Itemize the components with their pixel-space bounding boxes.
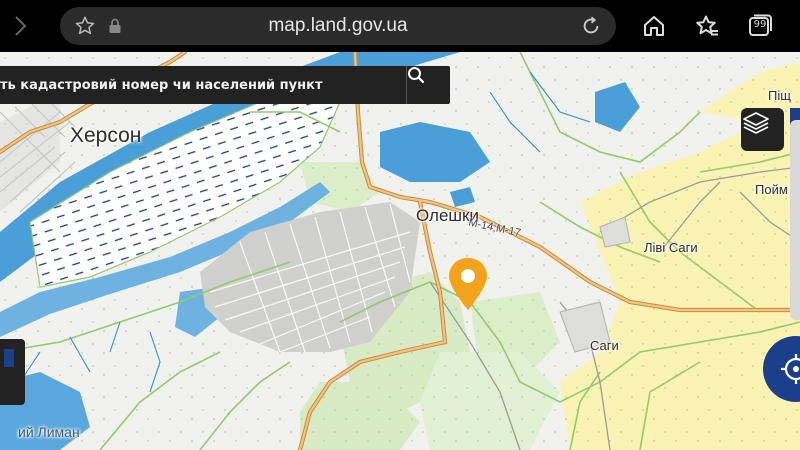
- layers-icon: [743, 112, 769, 134]
- layers-button[interactable]: [741, 108, 784, 151]
- tabs-button[interactable]: 99: [747, 13, 773, 39]
- url-text: map.land.gov.ua: [268, 15, 408, 36]
- map-canvas[interactable]: Херсон Олешки Ліві Саги Саги Пойм Піщ ий…: [0, 52, 800, 450]
- side-panel-handle[interactable]: [790, 120, 800, 320]
- browser-toolbar: map.land.gov.ua 99: [0, 0, 800, 52]
- address-bar[interactable]: map.land.gov.ua: [60, 7, 616, 45]
- chevron-right-icon[interactable]: [8, 14, 32, 38]
- place-label-livi-sagy: Ліві Саги: [644, 240, 698, 255]
- tab-count: 99: [753, 19, 767, 30]
- search-button[interactable]: [407, 66, 450, 104]
- info-badge: [4, 349, 14, 367]
- reload-icon[interactable]: [580, 15, 602, 37]
- place-label-lyman: ий Лиман: [18, 424, 80, 440]
- place-label-poim: Пойм: [755, 182, 788, 197]
- search-icon: [408, 67, 425, 84]
- search-input[interactable]: [0, 66, 402, 104]
- place-label-kherson: Херсон: [70, 124, 142, 147]
- place-label-sagy: Саги: [590, 338, 619, 353]
- favorites-icon[interactable]: [694, 13, 720, 39]
- info-panel-tab[interactable]: [0, 339, 25, 405]
- place-label-pisch: Піщ: [768, 88, 791, 103]
- cadastral-search-bar: [0, 66, 450, 104]
- locate-button[interactable]: [763, 336, 800, 402]
- home-icon[interactable]: [641, 13, 667, 39]
- crosshair-icon: [781, 354, 800, 384]
